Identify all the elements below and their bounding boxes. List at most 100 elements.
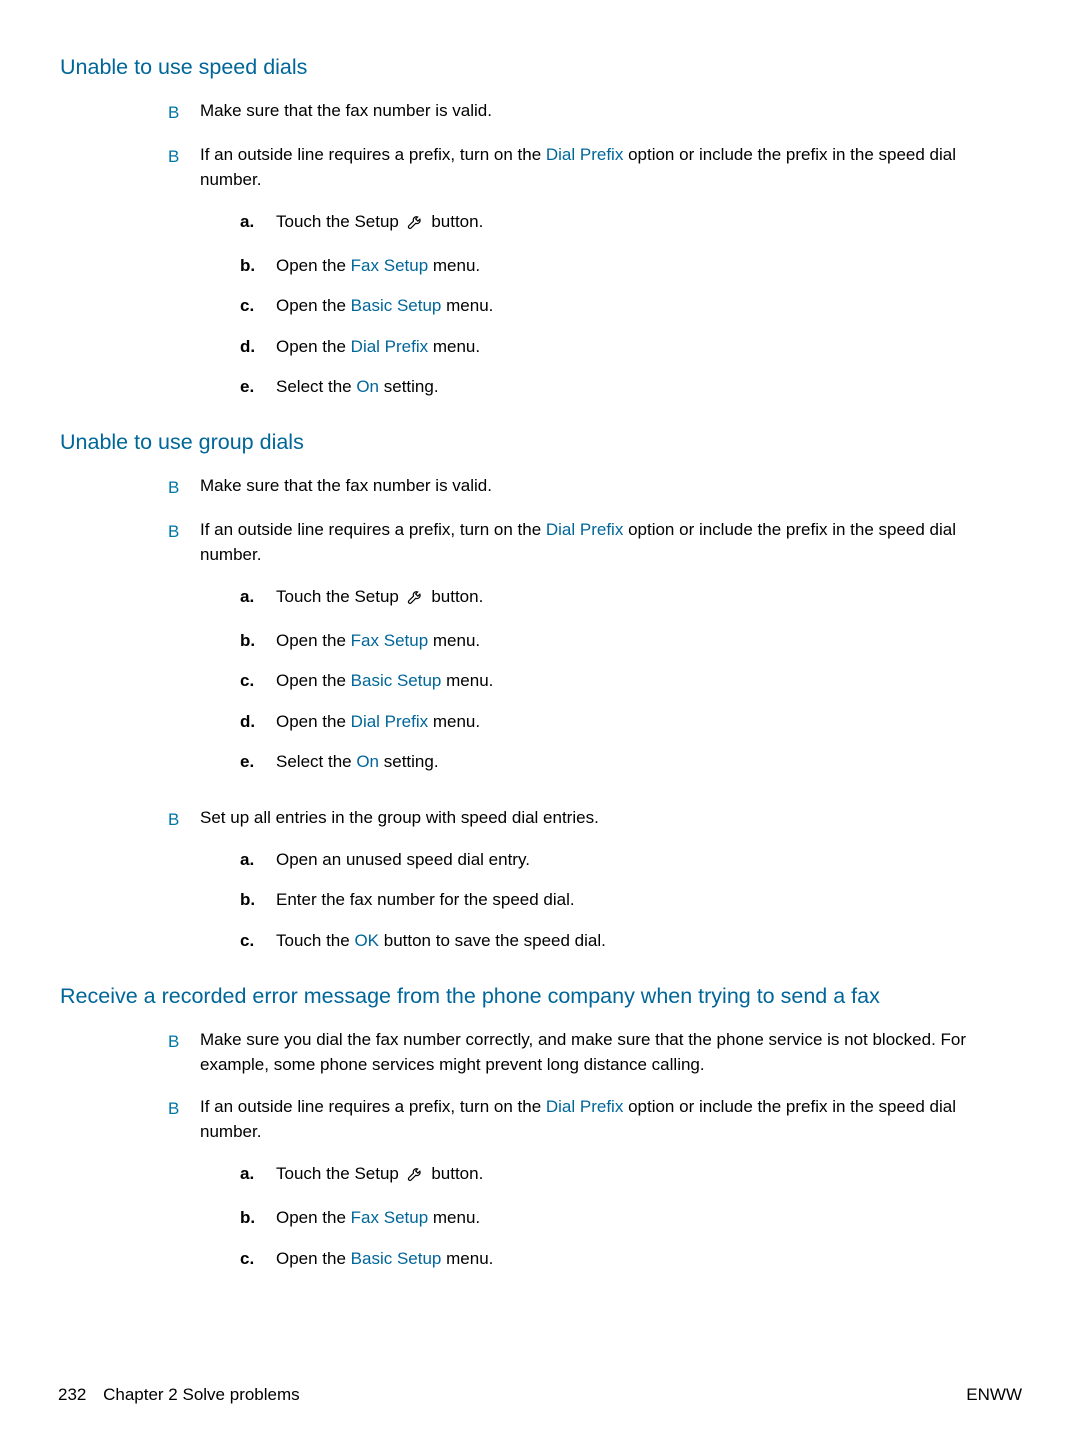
sub-text: Touch the Setup button. xyxy=(276,584,483,614)
page-number: 232 xyxy=(58,1385,86,1404)
list-item: ВSet up all entries in the group with sp… xyxy=(168,805,1020,968)
list-item: ВIf an outside line requires a prefix, t… xyxy=(168,1094,1020,1286)
link-text: OK xyxy=(354,931,379,950)
text: Open an unused speed dial entry. xyxy=(276,850,530,869)
text: button. xyxy=(427,212,484,231)
text: Make sure that the fax number is valid. xyxy=(200,476,492,495)
sub-text: Open the Fax Setup menu. xyxy=(276,253,480,279)
text: Make sure that the fax number is valid. xyxy=(200,101,492,120)
section-heading: Receive a recorded error message from th… xyxy=(60,984,1020,1009)
bullet-marker: В xyxy=(168,100,200,126)
sub-marker: a. xyxy=(240,1161,276,1187)
footer-left: 232 Chapter 2 Solve problems xyxy=(58,1385,300,1405)
link-text: Basic Setup xyxy=(351,296,442,315)
link-text: Dial Prefix xyxy=(546,145,623,164)
list-item: ВIf an outside line requires a prefix, t… xyxy=(168,517,1020,790)
text: menu. xyxy=(441,1249,493,1268)
sub-list-item: c.Open the Basic Setup menu. xyxy=(240,293,1020,319)
wrench-icon xyxy=(406,212,425,239)
list-item-body: If an outside line requires a prefix, tu… xyxy=(200,1094,1020,1286)
list-item: ВMake sure you dial the fax number corre… xyxy=(168,1027,1020,1078)
sub-marker: a. xyxy=(240,847,276,873)
list-item-body: If an outside line requires a prefix, tu… xyxy=(200,142,1020,415)
sub-list-item: a.Touch the Setup button. xyxy=(240,209,1020,239)
wrench-icon xyxy=(406,1164,425,1191)
section-heading: Unable to use speed dials xyxy=(60,55,1020,80)
bullet-marker: В xyxy=(168,475,200,501)
sub-list-item: e.Select the On setting. xyxy=(240,749,1020,775)
link-text: On xyxy=(356,377,379,396)
sub-text: Touch the OK button to save the speed di… xyxy=(276,928,606,954)
link-text: Dial Prefix xyxy=(546,520,623,539)
section-heading: Unable to use group dials xyxy=(60,430,1020,455)
sub-list-item: b.Enter the fax number for the speed dia… xyxy=(240,887,1020,913)
sub-list-item: a.Touch the Setup button. xyxy=(240,1161,1020,1191)
sub-list-item: b.Open the Fax Setup menu. xyxy=(240,1205,1020,1231)
text: menu. xyxy=(441,671,493,690)
sub-list-item: d.Open the Dial Prefix menu. xyxy=(240,334,1020,360)
list-item-body: Make sure that the fax number is valid. xyxy=(200,98,1020,124)
sub-text: Open the Fax Setup menu. xyxy=(276,1205,480,1231)
list-item-body: Make sure that the fax number is valid. xyxy=(200,473,1020,499)
list-item: ВMake sure that the fax number is valid. xyxy=(168,98,1020,126)
text: setting. xyxy=(379,377,439,396)
sub-text: Enter the fax number for the speed dial. xyxy=(276,887,575,913)
chapter-label: Chapter 2 Solve problems xyxy=(103,1385,300,1404)
bullet-marker: В xyxy=(168,519,200,545)
sub-marker: b. xyxy=(240,253,276,279)
list-item-text: Make sure you dial the fax number correc… xyxy=(200,1027,1020,1078)
sub-text: Open the Dial Prefix menu. xyxy=(276,709,480,735)
sub-list-item: e.Select the On setting. xyxy=(240,374,1020,400)
bullet-marker: В xyxy=(168,144,200,170)
text: Open the xyxy=(276,712,351,731)
sub-list: a.Touch the Setup button. b.Open the Fax … xyxy=(240,1161,1020,1272)
bullet-list: ВMake sure that the fax number is valid.… xyxy=(168,98,1020,414)
page-content: Unable to use speed dialsВMake sure that… xyxy=(0,0,1080,1332)
text: Touch the Setup xyxy=(276,212,404,231)
sub-marker: c. xyxy=(240,928,276,954)
sub-marker: c. xyxy=(240,668,276,694)
list-item-body: If an outside line requires a prefix, tu… xyxy=(200,517,1020,790)
bullet-list: ВMake sure you dial the fax number corre… xyxy=(168,1027,1020,1286)
text: button. xyxy=(427,587,484,606)
text: button. xyxy=(427,1164,484,1183)
list-item-body: Make sure you dial the fax number correc… xyxy=(200,1027,1020,1078)
list-item-text: If an outside line requires a prefix, tu… xyxy=(200,517,1020,568)
sub-marker: a. xyxy=(240,584,276,610)
list-item-body: Set up all entries in the group with spe… xyxy=(200,805,1020,968)
list-item: ВMake sure that the fax number is valid. xyxy=(168,473,1020,501)
link-text: Basic Setup xyxy=(351,671,442,690)
sub-marker: a. xyxy=(240,209,276,235)
sub-marker: e. xyxy=(240,374,276,400)
text: menu. xyxy=(428,256,480,275)
text: Open the xyxy=(276,296,351,315)
sub-list-item: c.Open the Basic Setup menu. xyxy=(240,1246,1020,1272)
sub-list-item: a.Open an unused speed dial entry. xyxy=(240,847,1020,873)
sub-marker: e. xyxy=(240,749,276,775)
text: Touch the Setup xyxy=(276,1164,404,1183)
sub-text: Open the Fax Setup menu. xyxy=(276,628,480,654)
text: Enter the fax number for the speed dial. xyxy=(276,890,575,909)
link-text: Dial Prefix xyxy=(351,337,428,356)
sub-text: Open an unused speed dial entry. xyxy=(276,847,530,873)
sub-list-item: b.Open the Fax Setup menu. xyxy=(240,628,1020,654)
text: Open the xyxy=(276,1208,351,1227)
text: button to save the speed dial. xyxy=(379,931,606,950)
bullet-list: ВMake sure that the fax number is valid.… xyxy=(168,473,1020,968)
footer-right: ENWW xyxy=(966,1385,1022,1405)
link-text: On xyxy=(356,752,379,771)
link-text: Fax Setup xyxy=(351,1208,429,1227)
text: Open the xyxy=(276,256,351,275)
text: If an outside line requires a prefix, tu… xyxy=(200,145,546,164)
sub-marker: b. xyxy=(240,1205,276,1231)
sub-marker: d. xyxy=(240,709,276,735)
text: Set up all entries in the group with spe… xyxy=(200,808,599,827)
text: Touch the Setup xyxy=(276,587,404,606)
sub-list-item: b.Open the Fax Setup menu. xyxy=(240,253,1020,279)
sub-marker: c. xyxy=(240,1246,276,1272)
bullet-marker: В xyxy=(168,1029,200,1055)
text: menu. xyxy=(441,296,493,315)
text: menu. xyxy=(428,1208,480,1227)
list-item-text: Make sure that the fax number is valid. xyxy=(200,98,1020,124)
sub-text: Open the Basic Setup menu. xyxy=(276,668,493,694)
